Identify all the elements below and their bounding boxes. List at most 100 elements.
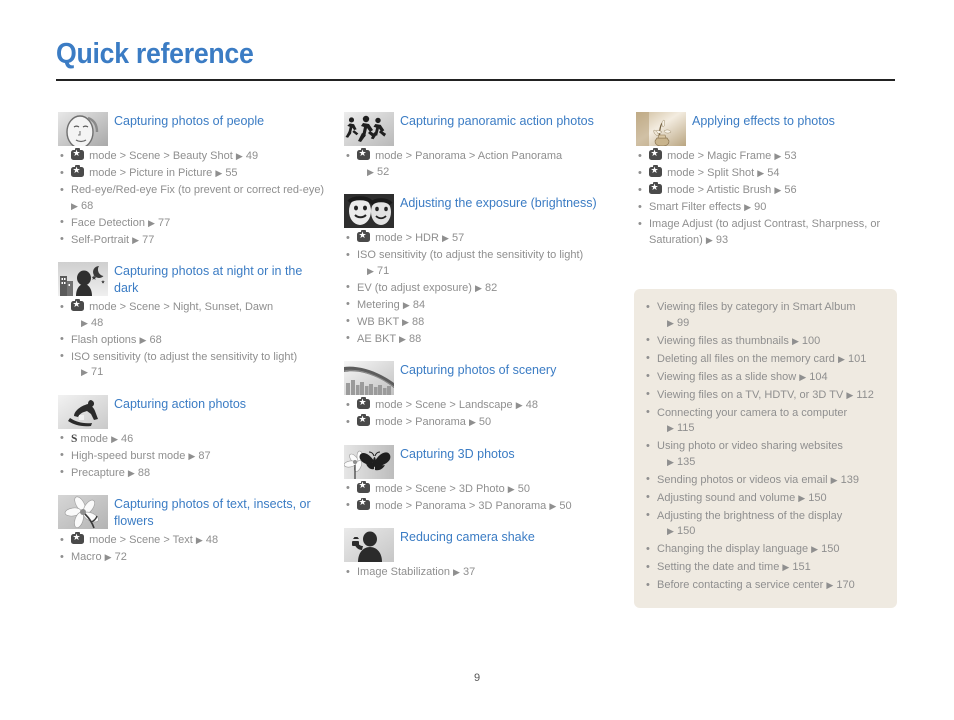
reference-item-label: Connecting your camera to a computer bbox=[657, 406, 848, 419]
page-ref-wrap: ▶ 135 bbox=[657, 455, 695, 471]
camera-mode-icon bbox=[357, 396, 370, 409]
reference-item: Setting the date and time ▶ 151 bbox=[644, 560, 883, 576]
reference-item-label: mode > HDR bbox=[375, 232, 439, 244]
page-ref-number: 48 bbox=[90, 316, 104, 329]
reference-section: Capturing photos of scenery mode > Scene… bbox=[344, 361, 612, 431]
section-title: Capturing photos of scenery bbox=[400, 363, 557, 377]
reference-item: Face Detection ▶ 77 bbox=[58, 215, 326, 232]
section-title: Capturing action photos bbox=[114, 396, 247, 411]
page-ref-arrow-icon: ▶ bbox=[235, 151, 243, 161]
reference-item-label: mode > Scene > 3D Photo bbox=[375, 482, 505, 495]
portrait-face-icon bbox=[58, 112, 108, 146]
reference-item: Adjusting the brightness of the display ▶… bbox=[644, 508, 883, 540]
camera-mode-icon bbox=[357, 496, 370, 510]
reference-item: Self-Portrait ▶ 77 bbox=[58, 232, 326, 249]
reference-item: ISO sensitivity (to adjust the sensitivi… bbox=[344, 248, 612, 279]
reference-section: Capturing photos of text, insects, or fl… bbox=[58, 495, 326, 566]
page-ref-arrow-icon: ▶ bbox=[475, 282, 482, 293]
reference-item: mode > Panorama > 3D Panorama ▶ 50 bbox=[344, 496, 612, 515]
reference-item: Adjusting sound and volume ▶ 150 bbox=[644, 490, 883, 507]
page-ref-wrap: ▶ 48 bbox=[71, 316, 103, 332]
page-ref-wrap: ▶ 115 bbox=[657, 421, 695, 437]
reference-item-label: Viewing files by category in Smart Album bbox=[657, 301, 856, 313]
page-ref-number: 150 bbox=[676, 525, 696, 537]
camera-mode-icon bbox=[71, 531, 84, 544]
page-ref-arrow-icon: ▶ bbox=[507, 483, 515, 494]
page-ref-number: 170 bbox=[836, 579, 855, 591]
page-ref-number: 150 bbox=[808, 491, 827, 504]
camera-mode-icon bbox=[649, 164, 662, 177]
column-2: Capturing panoramic action photos mode >… bbox=[344, 112, 612, 595]
butterfly-3d-icon bbox=[344, 444, 394, 479]
reference-item: mode > Scene > Landscape ▶ 48 bbox=[344, 396, 612, 414]
reference-item-label: mode > Panorama bbox=[375, 416, 466, 428]
page-ref-arrow-icon: ▶ bbox=[837, 353, 845, 364]
section-title: Capturing 3D photos bbox=[400, 446, 515, 461]
page-number: 9 bbox=[473, 672, 481, 684]
section-header: Capturing photos at night or in the dark bbox=[58, 262, 326, 297]
reference-item-label: Precapture bbox=[71, 466, 125, 479]
reference-section: Capturing panoramic action photos mode >… bbox=[344, 112, 612, 180]
page-ref-number: 50 bbox=[559, 499, 572, 512]
reference-item-label: mode bbox=[80, 432, 108, 445]
tip-panel-list: Viewing files by category in Smart Album… bbox=[644, 300, 883, 594]
reference-item: Red-eye/Red-eye Fix (to prevent or corre… bbox=[58, 183, 326, 214]
reference-item-label: mode > Scene > Beauty Shot bbox=[89, 150, 233, 162]
page-ref-arrow-icon: ▶ bbox=[402, 316, 409, 327]
page-ref-number: 99 bbox=[676, 316, 690, 329]
reference-item: Smart Filter effects ▶ 90 bbox=[636, 200, 898, 216]
page-ref-wrap: ▶ 71 bbox=[357, 264, 389, 280]
page-ref-number: 77 bbox=[158, 216, 171, 229]
page-ref-arrow-icon: ▶ bbox=[774, 185, 782, 195]
camera-shake-person-icon bbox=[344, 528, 394, 562]
reference-item-label: Viewing files on a TV, HDTV, or 3D TV bbox=[657, 388, 844, 401]
page-ref-arrow-icon: ▶ bbox=[468, 417, 476, 427]
page-ref-number: 46 bbox=[121, 432, 134, 445]
reference-item-label: mode > Panorama > 3D Panorama bbox=[375, 499, 547, 512]
reference-item-label: Red-eye/Red-eye Fix (to prevent or corre… bbox=[71, 184, 325, 196]
reference-item: mode > Panorama ▶ 50 bbox=[344, 413, 612, 431]
running-people-icon bbox=[344, 112, 394, 146]
section-item-list: mode > Scene > Text ▶ 48Macro ▶ 72 bbox=[58, 531, 326, 566]
page-ref-arrow-icon: ▶ bbox=[744, 202, 752, 212]
reference-item: Connecting your camera to a computer ▶ 11… bbox=[644, 405, 883, 437]
page-ref-number: 88 bbox=[408, 332, 422, 345]
page-ref-arrow-icon: ▶ bbox=[791, 335, 799, 346]
reference-section: Applying effects to photos mode > Magic … bbox=[636, 112, 898, 248]
reference-item-label: Adjusting the brightness of the display bbox=[657, 509, 843, 522]
reference-tip-panel: Viewing files by category in Smart Album… bbox=[634, 289, 897, 608]
reference-item-label: mode > Scene > Night, Sunset, Dawn bbox=[89, 301, 274, 313]
page-ref-arrow-icon: ▶ bbox=[799, 371, 807, 382]
page-ref-arrow-icon: ▶ bbox=[757, 168, 765, 178]
reference-item: mode > Scene > Text ▶ 48 bbox=[58, 531, 326, 549]
reference-item: Flash options ▶ 68 bbox=[58, 332, 326, 349]
page-ref-arrow-icon: ▶ bbox=[399, 333, 406, 344]
reference-item-label: mode > Picture in Picture bbox=[89, 167, 213, 179]
reference-item: mode > Picture in Picture ▶ 55 bbox=[58, 164, 326, 182]
reference-item: S mode ▶ 46 bbox=[58, 431, 326, 448]
night-scene-icon bbox=[58, 262, 108, 296]
reference-item-label: Flash options bbox=[71, 333, 137, 346]
camera-mode-icon bbox=[649, 181, 662, 194]
reference-item-label: Smart Filter effects bbox=[649, 201, 742, 213]
page-ref-arrow-icon: ▶ bbox=[367, 166, 374, 177]
snowboarder-action-icon bbox=[58, 394, 108, 429]
reference-item-label: Metering bbox=[357, 298, 400, 311]
page-ref-arrow-icon: ▶ bbox=[132, 234, 140, 245]
page-ref-arrow-icon: ▶ bbox=[705, 234, 713, 245]
reference-item-label: mode > Magic Frame bbox=[667, 150, 772, 162]
page-ref-number: 88 bbox=[137, 466, 151, 479]
reference-item-label: ISO sensitivity (to adjust the sensitivi… bbox=[357, 249, 584, 261]
page-ref-arrow-icon: ▶ bbox=[442, 233, 449, 243]
page-ref-number: 68 bbox=[80, 199, 94, 212]
reference-item-label: Face Detection bbox=[71, 216, 145, 229]
page-ref-number: 50 bbox=[478, 416, 492, 428]
reference-item: WB BKT ▶ 88 bbox=[344, 314, 612, 331]
page-ref-number: 71 bbox=[376, 264, 390, 277]
reference-item: mode > Split Shot ▶ 54 bbox=[636, 164, 898, 182]
reference-item: High-speed burst mode ▶ 87 bbox=[58, 448, 326, 465]
page-ref-number: 49 bbox=[245, 150, 259, 162]
page-ref-arrow-icon: ▶ bbox=[830, 474, 838, 485]
reference-item: Precapture ▶ 88 bbox=[58, 465, 326, 482]
page-ref-number: 101 bbox=[847, 352, 867, 365]
